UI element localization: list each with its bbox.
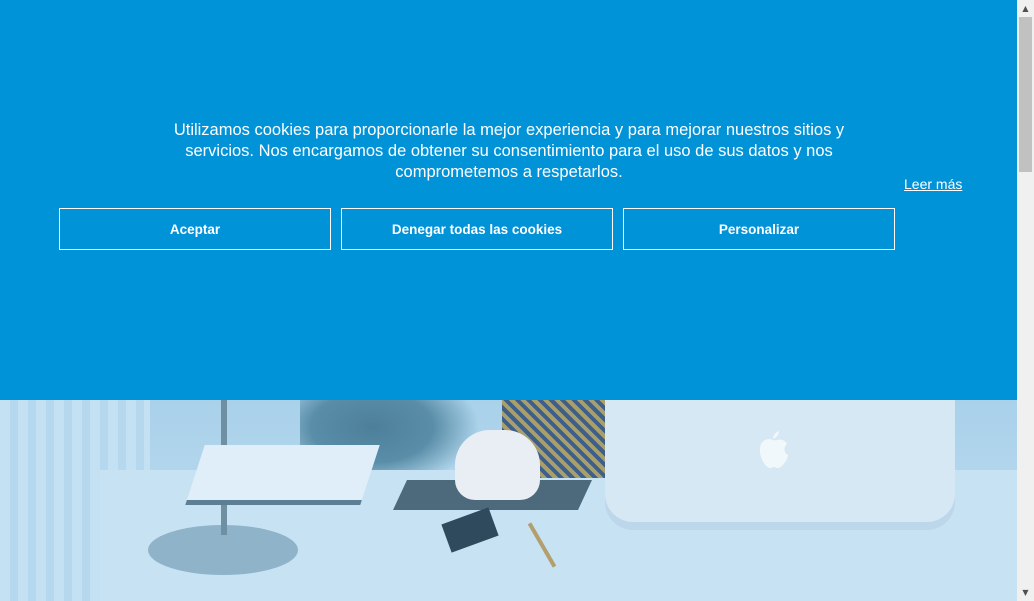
scroll-up-arrow-icon[interactable]: ▲	[1017, 0, 1034, 17]
scrollbar-thumb[interactable]	[1019, 17, 1032, 172]
accept-button[interactable]: Aceptar	[59, 208, 331, 250]
deny-all-cookies-button[interactable]: Denegar todas las cookies	[341, 208, 613, 250]
apple-logo-icon	[755, 430, 791, 479]
scroll-down-arrow-icon[interactable]: ▼	[1017, 584, 1034, 601]
vertical-scrollbar[interactable]: ▲ ▼	[1017, 0, 1034, 601]
customize-button[interactable]: Personalizar	[623, 208, 895, 250]
cookie-message: Utilizamos cookies para proporcionarle l…	[173, 121, 845, 181]
cookie-consent-banner: Utilizamos cookies para proporcionarle l…	[0, 0, 1017, 400]
hand-on-mouse-graphic	[455, 430, 540, 500]
read-more-link[interactable]: Leer más	[904, 176, 962, 192]
page: Utilizamos cookies para proporcionarle l…	[0, 0, 1034, 601]
apple-logo-svg	[759, 431, 788, 468]
hero-image	[0, 400, 1017, 601]
notebook-graphic	[185, 445, 380, 505]
